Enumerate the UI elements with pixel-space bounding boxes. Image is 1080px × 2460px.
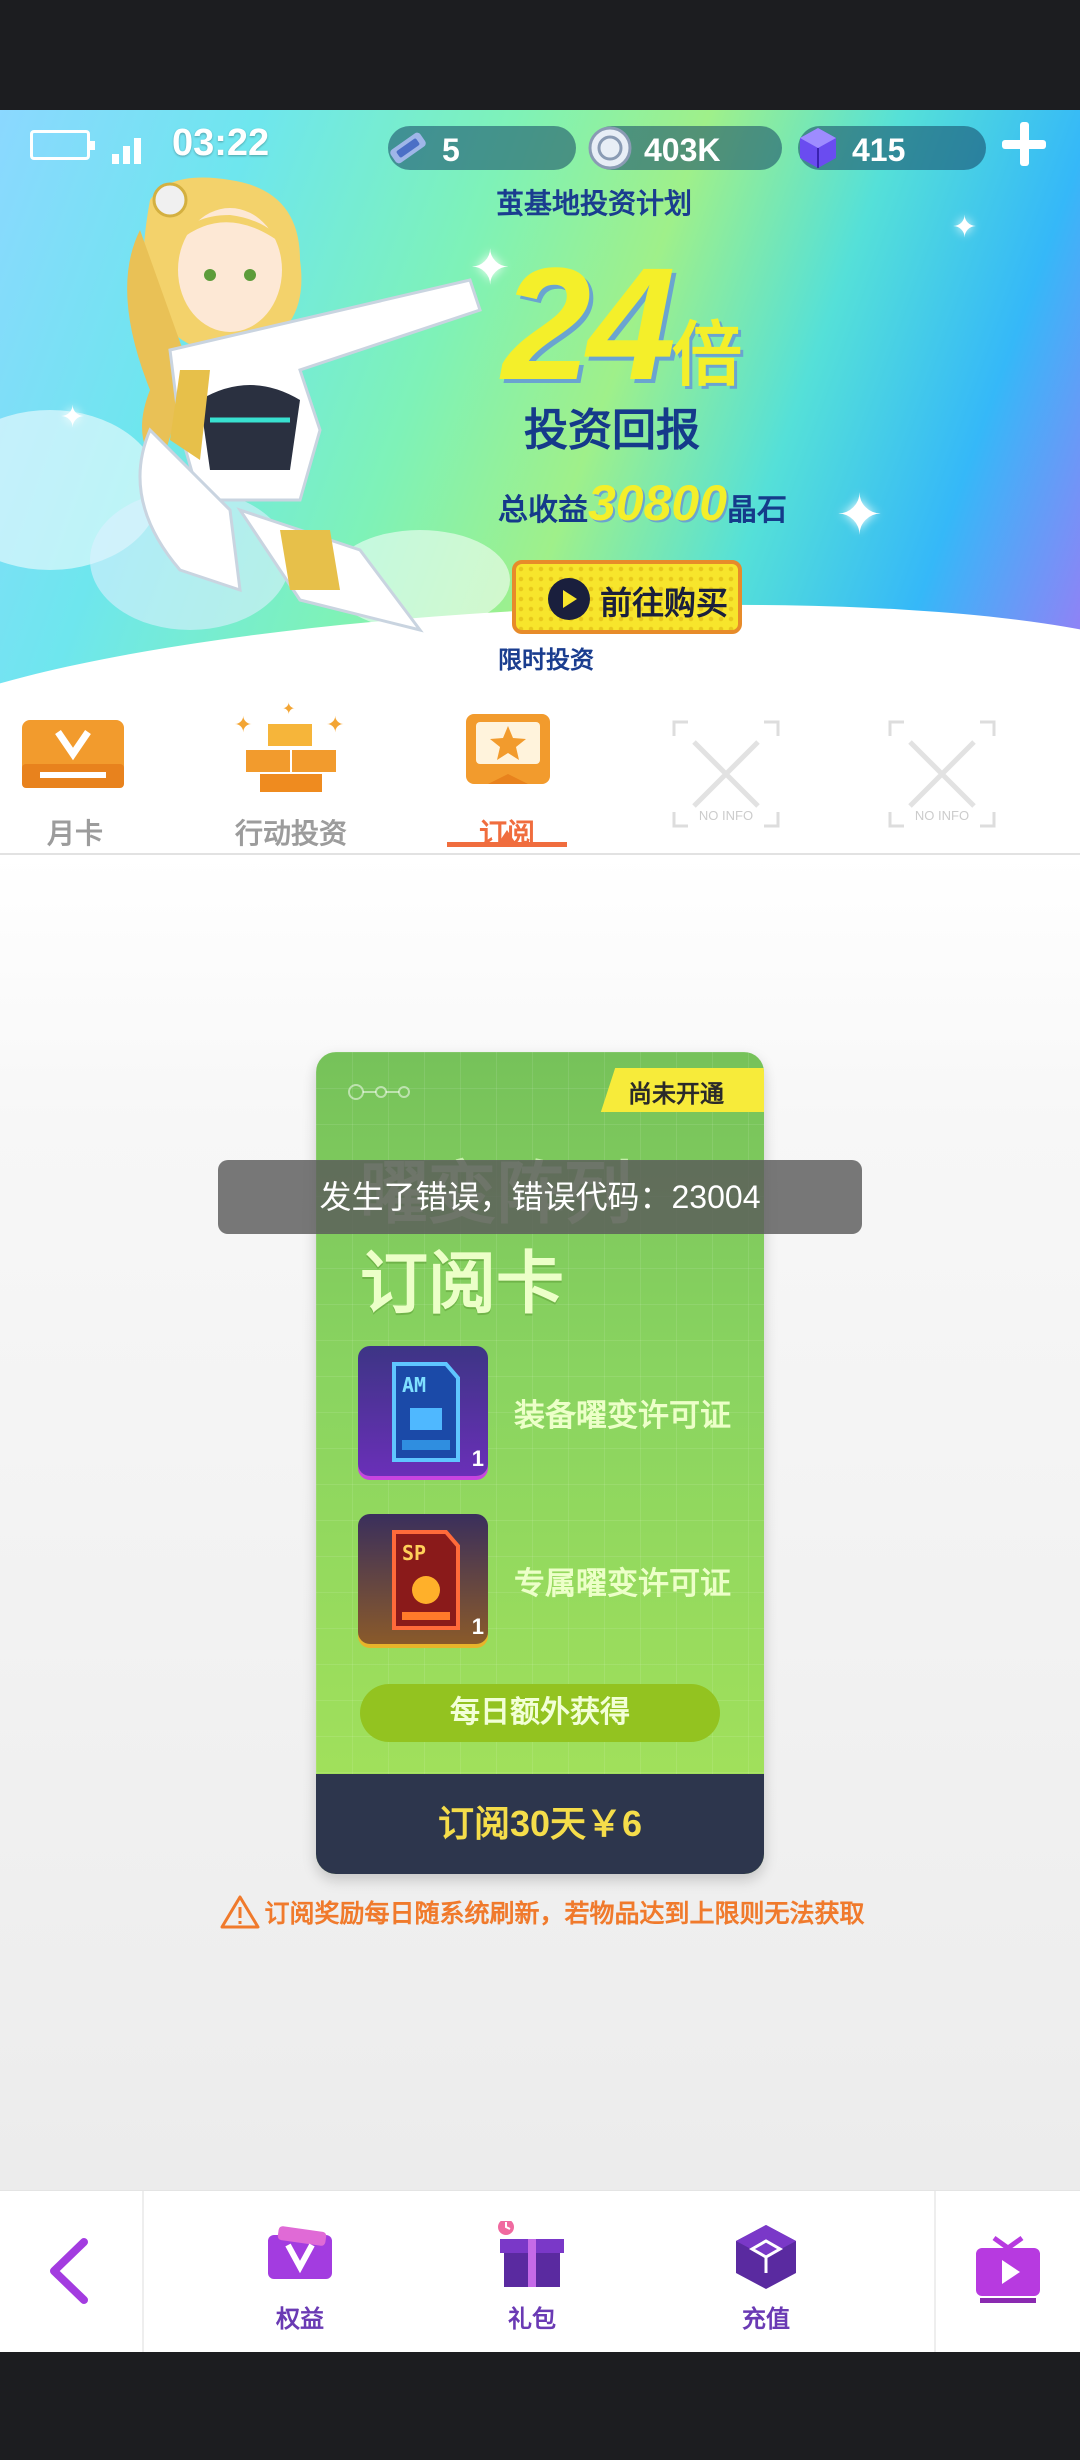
svg-text:✦: ✦ — [326, 712, 344, 737]
nav-gift-pack-label: 礼包 — [508, 2306, 556, 2333]
sparkle-icon: ✦ — [952, 211, 978, 244]
tab-monthly-card[interactable]: 月卡 — [0, 710, 150, 850]
character-illustration — [127, 177, 482, 633]
card-dots-icon — [348, 1084, 410, 1100]
ticket-icon — [390, 132, 426, 164]
battery-icon — [30, 130, 95, 160]
tab-action-investment-label: 行动投资 — [234, 818, 347, 849]
sp-permit-icon: SP — [392, 1530, 460, 1630]
go-buy-label: 前往购买 — [600, 585, 729, 621]
top-black-bar — [0, 0, 1080, 110]
daily-bonus-button[interactable]: 每日额外获得 — [360, 1684, 720, 1742]
limited-time-label: 限时投资 — [498, 647, 594, 674]
bottom-black-bar — [0, 2352, 1080, 2460]
no-info-label: NO INFO — [914, 808, 970, 823]
reward-notice: 订阅奖励每日随系统刷新，若物品达到上限则无法获取 — [220, 1894, 864, 1930]
coin-icon — [588, 126, 632, 170]
sp-permit-item[interactable]: SP 1 — [358, 1514, 488, 1644]
sparkle-icon: ✦ — [836, 483, 883, 546]
daily-bonus-label: 每日额外获得 — [450, 1696, 630, 1729]
video-tv-icon[interactable] — [972, 2234, 1044, 2306]
am-permit-icon: AM — [392, 1362, 460, 1462]
monthly-card-icon — [22, 720, 124, 788]
signal-icon — [112, 132, 152, 164]
star-card-icon — [466, 714, 550, 784]
return-label: 投资回报 — [524, 406, 700, 455]
category-tabs: 月卡 ✦ ✦ ✦ 行动投资 订阅 — [0, 690, 1080, 855]
am-permit-label: 装备曜变许可证 — [514, 1398, 731, 1433]
svg-text:✦: ✦ — [282, 701, 295, 718]
sp-permit-label: 专属曜变许可证 — [514, 1566, 731, 1601]
tab-no-info-2[interactable]: NO INFO — [886, 718, 998, 830]
warning-icon — [220, 1895, 260, 1929]
tab-no-info-1[interactable]: NO INFO — [670, 718, 782, 830]
return-multiplier: 24倍 — [502, 232, 742, 416]
ticket-counter[interactable]: 5 — [388, 126, 576, 170]
ticket-count: 5 — [442, 132, 460, 168]
crystal-counter[interactable]: 415 — [798, 126, 986, 170]
multiplier-value: 24 — [502, 234, 676, 413]
multiplier-unit: 倍 — [671, 316, 742, 394]
go-buy-button[interactable]: 前往购买 — [512, 560, 742, 634]
total-value: 30800 — [588, 475, 728, 531]
tab-action-investment[interactable]: ✦ ✦ ✦ 行动投资 — [216, 701, 366, 850]
am-permit-item[interactable]: AM 1 — [358, 1346, 488, 1476]
nav-gift-pack[interactable]: 礼包 — [462, 2217, 602, 2343]
svg-text:✦: ✦ — [234, 712, 252, 737]
error-toast: 发生了错误，错误代码：23004 — [218, 1160, 862, 1234]
app-screen: ✦ ✦ ✦ ✦ 03:22 5 403K 415 茧基地投资计划 24倍 投资回… — [0, 0, 1080, 2460]
tab-subscription[interactable]: 订阅 — [432, 710, 582, 850]
nav-benefits-label: 权益 — [276, 2306, 324, 2333]
nav-recharge[interactable]: 充值 — [696, 2217, 836, 2343]
v-badge-icon — [268, 2226, 332, 2279]
active-tab-indicator — [447, 830, 567, 847]
back-arrow-icon[interactable] — [40, 2236, 100, 2306]
gold-bars-icon: ✦ ✦ ✦ — [234, 701, 344, 792]
sp-permit-count: 1 — [471, 1614, 484, 1639]
subscribe-price-label: 订阅30天￥6 — [437, 1803, 643, 1844]
am-permit-count: 1 — [471, 1446, 484, 1471]
no-info-label: NO INFO — [698, 808, 754, 823]
sp-tag: SP — [402, 1541, 426, 1565]
cube-icon — [736, 2225, 796, 2289]
total-earnings: 总收益30800晶石 — [498, 474, 787, 532]
coin-counter[interactable]: 403K — [588, 126, 782, 170]
nav-recharge-label: 充值 — [742, 2306, 790, 2333]
total-unit: 晶石 — [727, 494, 788, 527]
status-time: 03:22 — [172, 122, 270, 164]
card-title: 订阅卡 — [360, 1246, 565, 1322]
plan-title: 茧基地投资计划 — [496, 188, 693, 219]
total-label: 总收益 — [498, 494, 588, 527]
nav-divider — [934, 2191, 936, 2353]
nav-divider — [142, 2191, 144, 2353]
gift-icon — [496, 2221, 564, 2287]
nav-benefits[interactable]: 权益 — [230, 2217, 370, 2343]
bottom-navigation: 权益 礼包 充值 — [0, 2190, 1080, 2353]
add-currency-button[interactable] — [998, 118, 1050, 170]
reward-notice-text: 订阅奖励每日随系统刷新，若物品达到上限则无法获取 — [264, 1900, 865, 1928]
coin-count: 403K — [644, 132, 721, 168]
subscribe-price-button[interactable]: 订阅30天￥6 — [316, 1774, 764, 1874]
crystal-cube-icon — [800, 128, 836, 168]
am-tag: AM — [402, 1373, 426, 1397]
status-ribbon-label: 尚未开通 — [628, 1081, 724, 1108]
crystal-count: 415 — [852, 132, 906, 168]
error-toast-message: 发生了错误，错误代码：23004 — [319, 1179, 761, 1215]
arrow-right-icon — [548, 578, 590, 620]
tab-monthly-card-label: 月卡 — [46, 818, 103, 849]
